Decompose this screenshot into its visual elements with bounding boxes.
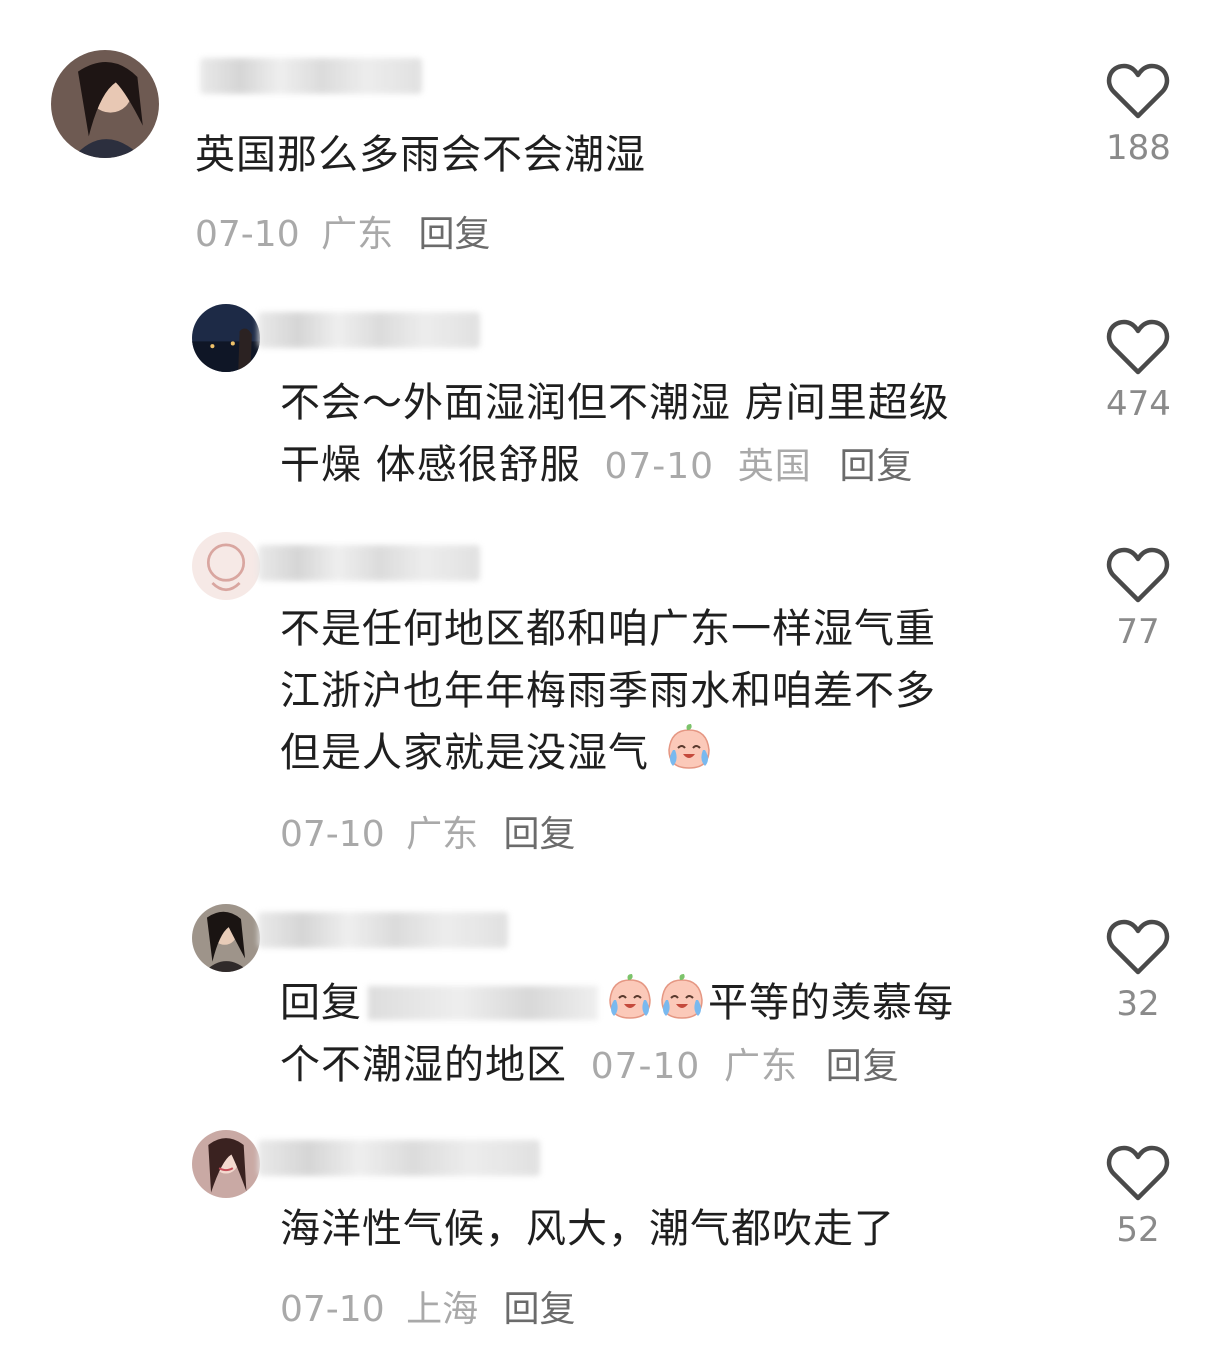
comment-text: 不是任何地区都和咱广东一样湿气重 江浙沪也年年梅雨季雨水和咱差不多 但是人家就是… bbox=[280, 598, 936, 784]
username-masked[interactable] bbox=[258, 312, 480, 348]
heart-outline-icon bbox=[1106, 547, 1170, 603]
heart-outline-icon bbox=[1106, 319, 1170, 375]
comment-meta: 07-10 广东 回复 bbox=[280, 805, 576, 857]
like-button[interactable]: 52 bbox=[1106, 1144, 1170, 1250]
crying-laughing-peach-emoji bbox=[609, 974, 651, 1019]
comment-text-line: 江浙沪也年年梅雨季雨水和咱差不多 bbox=[280, 668, 936, 714]
comment-text: 不会～外面湿润但不潮湿 房间里超级 干燥 体感很舒服 07-10 英国 回复 bbox=[280, 372, 950, 498]
username-masked[interactable] bbox=[258, 1140, 540, 1176]
like-button[interactable]: 474 bbox=[1106, 318, 1171, 424]
comment-date: 07-10 bbox=[280, 1289, 385, 1330]
reply-button[interactable]: 回复 bbox=[826, 1046, 900, 1087]
username-masked[interactable] bbox=[200, 58, 422, 94]
like-count: 77 bbox=[1116, 612, 1160, 652]
like-button[interactable]: 77 bbox=[1106, 546, 1170, 652]
like-count: 188 bbox=[1106, 128, 1171, 168]
comment-location: 广东 bbox=[321, 214, 394, 255]
comment-date: 07-10 bbox=[195, 214, 300, 255]
comment-date: 07-10 bbox=[604, 446, 715, 487]
like-count: 52 bbox=[1116, 1210, 1160, 1250]
comment-location: 英国 bbox=[737, 446, 812, 487]
comment-text: 海洋性气候，风大，潮气都吹走了 bbox=[280, 1206, 895, 1252]
comment-text-line: 回复 平等的羡慕每 bbox=[280, 972, 954, 1034]
heart-outline-icon bbox=[1106, 63, 1170, 119]
reply-button[interactable]: 回复 bbox=[504, 1289, 576, 1330]
like-button[interactable]: 32 bbox=[1106, 918, 1170, 1024]
comment-location: 上海 bbox=[406, 1289, 479, 1330]
reply-button[interactable]: 回复 bbox=[840, 446, 914, 487]
avatar[interactable] bbox=[192, 304, 260, 372]
username-masked[interactable] bbox=[258, 545, 480, 581]
comment-text-line: 不是任何地区都和咱广东一样湿气重 bbox=[280, 606, 936, 652]
reply-button[interactable]: 回复 bbox=[504, 814, 576, 855]
comment-text-line: 个不潮湿的地区 07-10 广东 回复 bbox=[280, 1034, 954, 1098]
like-count: 474 bbox=[1106, 384, 1171, 424]
heart-outline-icon bbox=[1106, 919, 1170, 975]
comment-location: 广东 bbox=[724, 1046, 799, 1087]
avatar[interactable] bbox=[51, 50, 159, 158]
heart-outline-icon bbox=[1106, 1145, 1170, 1201]
comment-text-line: 不会～外面湿润但不潮湿 房间里超级 bbox=[280, 380, 950, 426]
comment-location: 广东 bbox=[406, 814, 479, 855]
comment-text-line: 干燥 体感很舒服 07-10 英国 回复 bbox=[280, 434, 950, 498]
like-button[interactable]: 188 bbox=[1106, 62, 1171, 168]
username-masked[interactable] bbox=[258, 912, 508, 948]
reply-prefix: 回复 bbox=[280, 980, 362, 1026]
avatar[interactable] bbox=[192, 904, 260, 972]
comment-meta: 07-10 上海 回复 bbox=[280, 1280, 576, 1332]
comment-date: 07-10 bbox=[280, 814, 385, 855]
comment-meta: 07-10 广东 回复 bbox=[195, 205, 491, 257]
comment-text-fragment: 个不潮湿的地区 bbox=[280, 1042, 567, 1088]
crying-laughing-peach-emoji bbox=[661, 974, 703, 1019]
comment-text-fragment: 平等的羡慕每 bbox=[708, 980, 954, 1026]
comment-text-line: 但是人家就是没湿气 bbox=[280, 722, 936, 784]
crying-laughing-peach-emoji bbox=[667, 724, 710, 769]
comment-text-fragment: 但是人家就是没湿气 bbox=[280, 730, 649, 776]
comment-text-fragment: 干燥 体感很舒服 bbox=[280, 442, 581, 488]
like-count: 32 bbox=[1116, 984, 1160, 1024]
comment-text: 英国那么多雨会不会潮湿 bbox=[195, 132, 646, 178]
avatar[interactable] bbox=[192, 532, 260, 600]
avatar[interactable] bbox=[192, 1130, 260, 1198]
comment-date: 07-10 bbox=[590, 1046, 701, 1087]
reply-button[interactable]: 回复 bbox=[419, 214, 491, 255]
replied-username-masked[interactable] bbox=[368, 986, 598, 1020]
comment-text: 回复 平等的羡慕每 个不潮湿的地区 07-10 广东 回复 bbox=[280, 972, 954, 1098]
